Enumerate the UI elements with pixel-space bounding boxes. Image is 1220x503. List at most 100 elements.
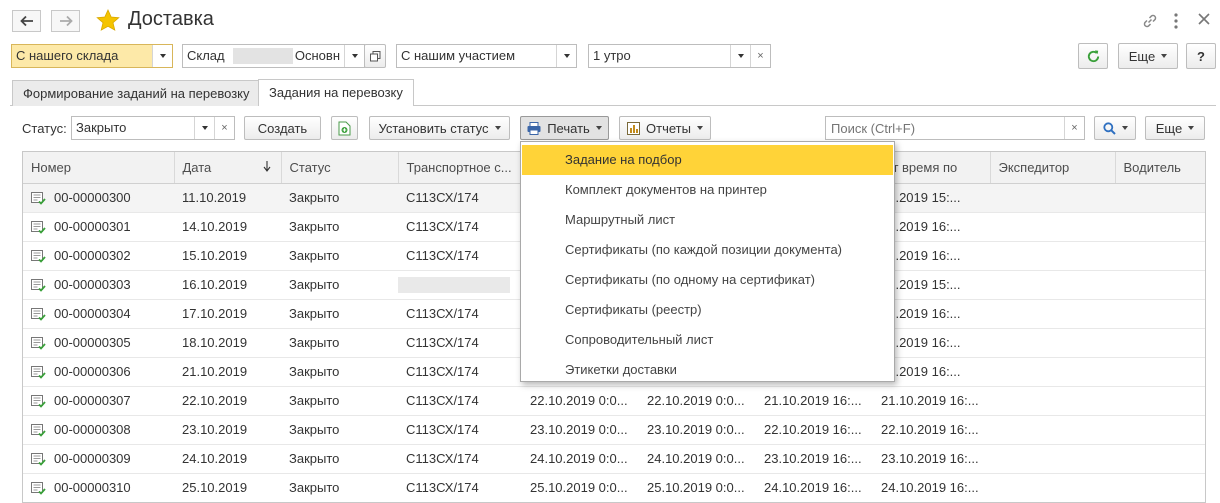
cell-transport: С113СХ/174 <box>406 219 479 234</box>
column-header[interactable]: Номер <box>23 152 175 184</box>
dropdown-arrow-icon[interactable] <box>556 45 576 67</box>
search-input[interactable] <box>826 117 1064 139</box>
toolbar-more-button[interactable]: Еще <box>1145 116 1205 140</box>
table-row[interactable]: 00-00000309 24.10.2019 Закрыто С113СХ/174 24… <box>23 444 1205 474</box>
copy-button[interactable] <box>331 116 358 140</box>
cell-time-2: 23.10.2019 0:0... <box>639 415 756 445</box>
cell-date: 14.10.2019 <box>174 212 281 242</box>
clear-icon[interactable]: × <box>1064 117 1084 139</box>
link-icon[interactable] <box>1141 12 1159 30</box>
participation-value: С нашим участием <box>401 48 516 63</box>
status-select[interactable]: Закрыто × <box>71 116 235 140</box>
more-vertical-icon[interactable] <box>1173 12 1179 30</box>
redacted-area <box>232 48 293 64</box>
cell-number-text: 00-00000301 <box>54 218 131 234</box>
cell-date: 24.10.2019 <box>174 444 281 474</box>
column-transport-label: Транспортное с... <box>406 159 512 175</box>
cell-fact-time: 22.10.2019 16:... <box>873 415 990 445</box>
table-row[interactable]: 00-00000310 25.10.2019 Закрыто С113СХ/174 25… <box>23 473 1205 502</box>
column-header[interactable]: Транспортное с... <box>398 152 523 184</box>
back-button[interactable] <box>12 10 41 32</box>
participation-select[interactable]: С нашим участием <box>396 44 577 68</box>
help-button[interactable]: ? <box>1186 43 1216 69</box>
cell-expeditor <box>990 444 1115 474</box>
cell-fact-time: 24.10.2019 16:... <box>873 473 990 502</box>
cell-time-2: 25.10.2019 0:0... <box>639 473 756 502</box>
column-header[interactable]: Экспедитор <box>990 152 1116 184</box>
column-date-label: Дата <box>182 159 212 175</box>
cell-expeditor <box>990 183 1115 213</box>
cell-number: 00-00000306 <box>23 357 174 387</box>
table-row[interactable]: 00-00000307 22.10.2019 Закрыто С113СХ/174 22… <box>23 386 1205 416</box>
column-driver-label: Водитель <box>1123 159 1181 175</box>
cell-transport-wrap: С113СХ/174 <box>398 241 522 271</box>
cell-driver <box>1115 183 1205 213</box>
create-button[interactable]: Создать <box>244 116 321 140</box>
shift-select[interactable]: 1 утро × <box>588 44 771 68</box>
dropdown-arrow-icon[interactable] <box>194 117 214 139</box>
tab-label: Задания на перевозку <box>269 85 403 100</box>
cell-time-3: 24.10.2019 16:... <box>756 473 873 502</box>
cell-number: 00-00000302 <box>23 241 174 271</box>
column-number-label: Номер <box>31 159 72 175</box>
cell-driver <box>1115 212 1205 242</box>
cell-transport-wrap: С113СХ/174 <box>398 357 522 387</box>
search-field[interactable]: × <box>825 116 1085 140</box>
cell-expeditor <box>990 473 1115 502</box>
dropdown-arrow-icon[interactable] <box>344 45 364 67</box>
search-icon <box>1102 121 1116 135</box>
forward-button[interactable] <box>51 10 80 32</box>
cell-date: 16.10.2019 <box>174 270 281 300</box>
clear-icon[interactable]: × <box>214 117 234 139</box>
open-warehouse-button[interactable] <box>364 44 386 68</box>
print-menu-item[interactable]: Сертификаты (по каждой позиции документа… <box>522 235 893 265</box>
print-menu-item[interactable]: Комплект документов на принтер <box>522 175 893 205</box>
warehouse-field[interactable]: Склад Основн <box>182 44 365 68</box>
document-posted-icon <box>31 250 46 263</box>
cell-status: Закрыто <box>281 386 398 416</box>
cell-expeditor <box>990 299 1115 329</box>
cell-expeditor <box>990 270 1115 300</box>
cell-status: Закрыто <box>281 241 398 271</box>
document-posted-icon <box>31 366 46 379</box>
table-row[interactable]: 00-00000308 23.10.2019 Закрыто С113СХ/174 23… <box>23 415 1205 445</box>
cell-driver <box>1115 241 1205 271</box>
warehouse-filter-select[interactable]: С нашего склада <box>11 44 173 68</box>
print-menu-item[interactable]: Маршрутный лист <box>522 205 893 235</box>
cell-transport-wrap: С113СХ/174 <box>398 299 522 329</box>
refresh-button[interactable] <box>1078 43 1108 69</box>
more-label: Еще <box>1128 48 1156 64</box>
reports-button[interactable]: Отчеты <box>619 116 711 140</box>
column-header[interactable]: Водитель <box>1115 152 1205 184</box>
column-expeditor-label: Экспедитор <box>998 159 1070 175</box>
column-header[interactable]: Дата <box>174 152 282 184</box>
cell-number: 00-00000308 <box>23 415 174 445</box>
tab-transport-tasks[interactable]: Задания на перевозку <box>258 79 414 106</box>
clear-icon[interactable]: × <box>750 45 770 67</box>
print-menu-item[interactable]: Сертификаты (реестр) <box>522 295 893 325</box>
dropdown-arrow-icon[interactable] <box>152 45 172 67</box>
tab-task-formation[interactable]: Формирование заданий на перевозку <box>12 80 261 106</box>
cell-number: 00-00000310 <box>23 473 174 502</box>
cell-status: Закрыто <box>281 212 398 242</box>
cell-transport-wrap <box>398 270 522 300</box>
search-button[interactable] <box>1094 116 1136 140</box>
set-status-button[interactable]: Установить статус <box>369 116 510 140</box>
print-menu-item[interactable]: Сопроводительный лист <box>522 325 893 355</box>
dropdown-arrow-icon[interactable] <box>730 45 750 67</box>
column-header[interactable]: Статус <box>281 152 399 184</box>
column-status-label: Статус <box>289 159 331 175</box>
more-menu-button[interactable]: Еще <box>1118 43 1178 69</box>
cell-date: 11.10.2019 <box>174 183 281 213</box>
print-menu-item[interactable]: Сертификаты (по одному на сертификат) <box>522 265 893 295</box>
cell-transport: С113СХ/174 <box>406 248 479 263</box>
cell-transport-wrap: С113СХ/174 <box>398 473 522 502</box>
print-menu-item[interactable]: Задание на подбор <box>522 145 893 175</box>
copy-document-icon <box>338 121 351 135</box>
print-button[interactable]: Печать <box>520 116 609 140</box>
print-menu-item[interactable]: Этикетки доставки <box>522 355 893 385</box>
document-posted-icon <box>31 453 46 466</box>
favorite-star-icon[interactable] <box>96 9 120 32</box>
close-icon[interactable] <box>1197 12 1211 26</box>
cell-status: Закрыто <box>281 299 398 329</box>
